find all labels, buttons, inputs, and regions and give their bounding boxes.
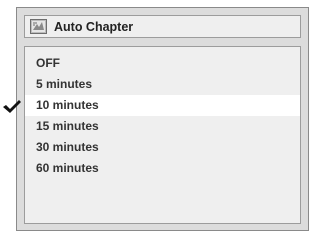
- option-list: OFF 5 minutes 10 minutes 15 minutes 30 m…: [3, 53, 300, 179]
- option-60-minutes[interactable]: 60 minutes: [25, 158, 300, 179]
- checkmark-icon: [3, 100, 21, 113]
- option-10-minutes[interactable]: 10 minutes: [3, 95, 300, 116]
- option-5-minutes[interactable]: 5 minutes: [25, 74, 300, 95]
- option-label: 15 minutes: [36, 119, 99, 133]
- auto-chapter-panel: Auto Chapter OFF 5 minutes 10 minutes 15…: [3, 7, 309, 231]
- option-15-minutes[interactable]: 15 minutes: [25, 116, 300, 137]
- auto-chapter-icon: [30, 19, 47, 34]
- option-30-minutes[interactable]: 30 minutes: [25, 137, 300, 158]
- option-label: 60 minutes: [36, 161, 99, 175]
- option-label: 30 minutes: [36, 140, 99, 154]
- option-off[interactable]: OFF: [25, 53, 300, 74]
- option-label: OFF: [36, 56, 60, 70]
- auto-chapter-screen: Auto Chapter OFF 5 minutes 10 minutes 15…: [0, 0, 327, 240]
- option-label: 5 minutes: [36, 77, 93, 91]
- option-label: 10 minutes: [36, 98, 99, 112]
- menu-title: Auto Chapter: [54, 19, 134, 34]
- menu-header: Auto Chapter: [24, 15, 301, 38]
- option-list-area: OFF 5 minutes 10 minutes 15 minutes 30 m…: [3, 46, 301, 224]
